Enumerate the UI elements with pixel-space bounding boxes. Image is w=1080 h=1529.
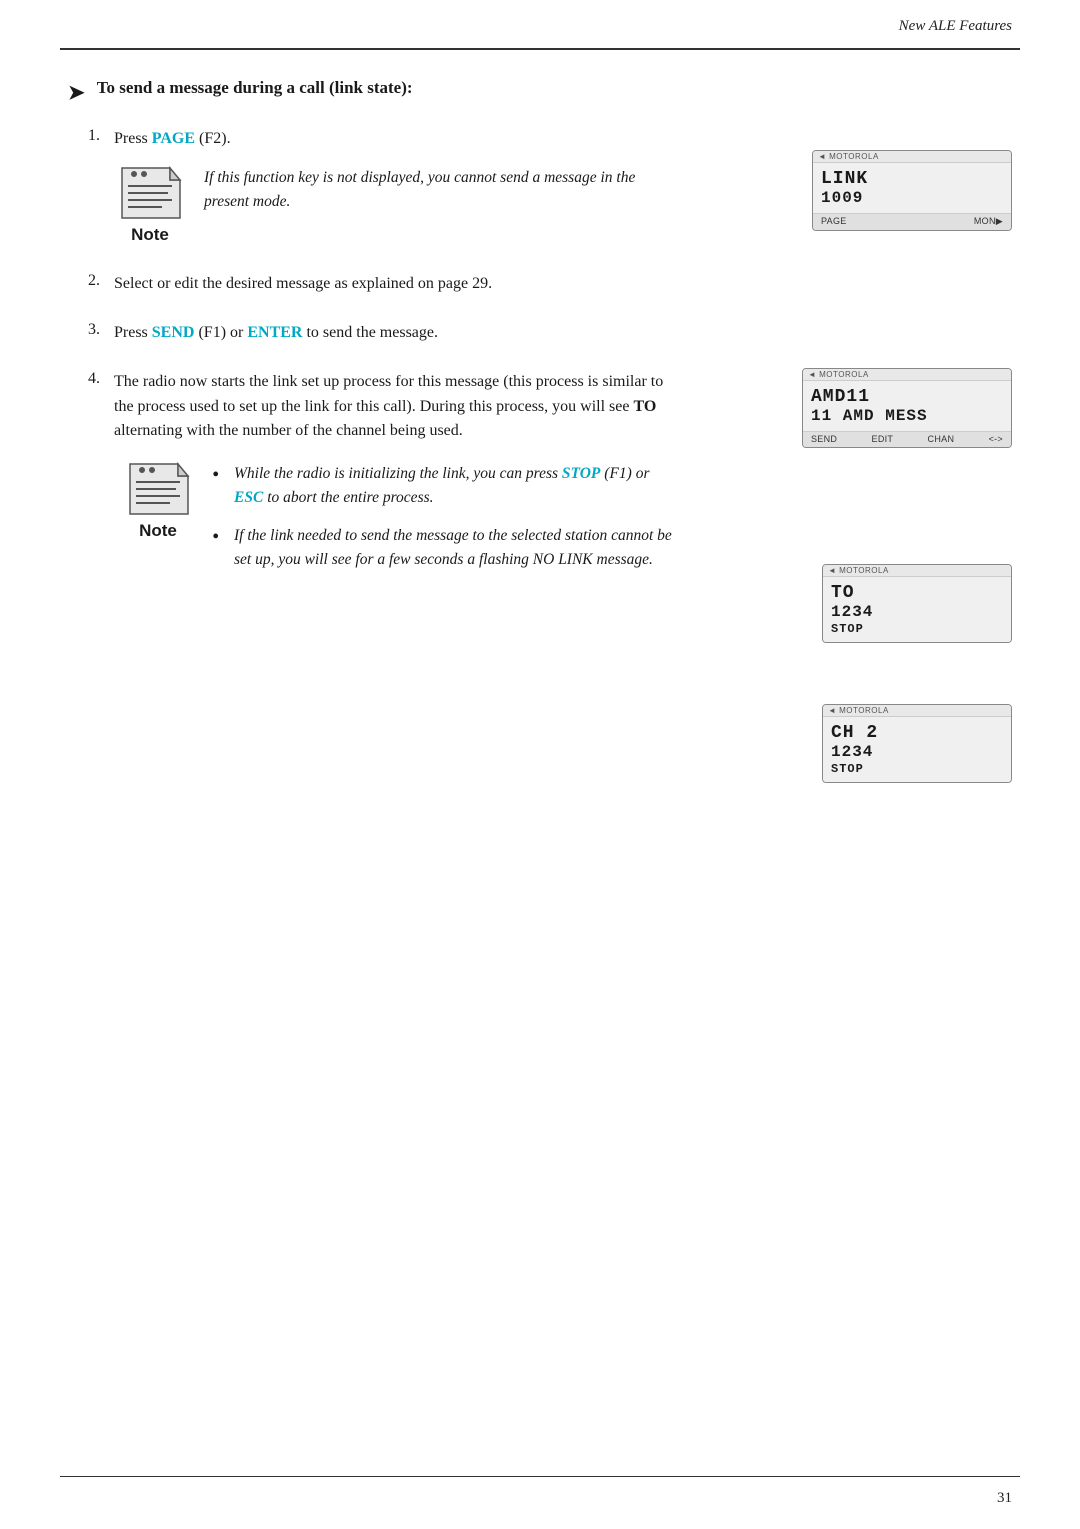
display-header-3: ◄ MOTOROLA bbox=[823, 565, 1011, 577]
step-1-text-press: Press bbox=[114, 130, 152, 147]
main-content: ➤ To send a message during a call (link … bbox=[68, 68, 1012, 1459]
step-4-text2: alternating with the number of the chann… bbox=[114, 422, 463, 439]
step-2-text: Select or edit the desired message as ex… bbox=[114, 275, 492, 292]
page-header: New ALE Features bbox=[899, 18, 1012, 35]
step-1-page: PAGE bbox=[152, 130, 195, 147]
note-image-4 bbox=[126, 462, 190, 516]
bullet-1-esc: ESC bbox=[234, 489, 263, 506]
note-body-1: If this function key is not displayed, y… bbox=[204, 166, 674, 214]
note-icon-block-4: Note bbox=[114, 462, 202, 544]
display-line3-3: STOP bbox=[831, 622, 1001, 636]
note-icon-1: Note bbox=[114, 166, 186, 248]
display-line1-3: TO bbox=[831, 583, 1001, 603]
display-box-1: ◄ MOTOROLA LINK 1009 PAGE MON▶ bbox=[812, 150, 1012, 231]
step-3-number: 3. bbox=[88, 321, 114, 346]
step-2: 2. Select or edit the desired message as… bbox=[68, 272, 1012, 297]
step-2-number: 2. bbox=[88, 272, 114, 297]
step-1-text-f2: (F2). bbox=[195, 130, 231, 147]
note-image-1 bbox=[118, 166, 182, 220]
bullet-text-2: If the link needed to send the message t… bbox=[234, 524, 674, 572]
display-softkeys-1: PAGE MON▶ bbox=[813, 213, 1011, 230]
bullet-1-text1: While the radio is initializing the link… bbox=[234, 465, 562, 482]
note-label-4: Note bbox=[139, 518, 177, 544]
page-number: 31 bbox=[997, 1490, 1012, 1507]
step-3-send: SEND bbox=[152, 324, 195, 341]
step-4-text1: The radio now starts the link set up pro… bbox=[114, 373, 663, 415]
softkey-page: PAGE bbox=[821, 216, 847, 227]
step-1-content: Press PAGE (F2). bbox=[114, 127, 674, 254]
bullet-item-2: • If the link needed to send the message… bbox=[212, 524, 674, 572]
bullet-item-1: • While the radio is initializing the li… bbox=[212, 462, 674, 510]
bullet-1-text3: to abort the entire process. bbox=[263, 489, 433, 506]
display-line2-4: 1234 bbox=[831, 743, 1001, 761]
display-line3-4: STOP bbox=[831, 762, 1001, 776]
step-1-number: 1. bbox=[88, 127, 114, 254]
display-header-4: ◄ MOTOROLA bbox=[823, 705, 1011, 717]
note-label-1: Note bbox=[131, 222, 169, 248]
step-4-to: TO bbox=[633, 398, 656, 415]
step-3-press: Press bbox=[114, 324, 152, 341]
display-header-1: ◄ MOTOROLA bbox=[813, 151, 1011, 163]
bullet-list-4: • While the radio is initializing the li… bbox=[212, 462, 674, 586]
section-heading: ➤ To send a message during a call (link … bbox=[68, 78, 1012, 105]
display-box-4: ◄ MOTOROLA CH 2 1234 STOP bbox=[822, 704, 1012, 783]
display-body-1: LINK 1009 bbox=[813, 163, 1011, 213]
step-3-end: to send the message. bbox=[302, 324, 438, 341]
header-title: New ALE Features bbox=[899, 18, 1012, 34]
bullet-dot-1: • bbox=[212, 462, 234, 488]
note-box-1: Note If this function key is not display… bbox=[114, 166, 674, 248]
display-body-4: CH 2 1234 STOP bbox=[823, 717, 1011, 782]
step-2-content: Select or edit the desired message as ex… bbox=[114, 272, 674, 297]
display-line1-4: CH 2 bbox=[831, 723, 1001, 743]
display-body-3: TO 1234 STOP bbox=[823, 577, 1011, 642]
step-3-or: (F1) or bbox=[194, 324, 247, 341]
step-3-content: Press SEND (F1) or ENTER to send the mes… bbox=[114, 321, 674, 346]
bullet-text-1: While the radio is initializing the link… bbox=[234, 462, 674, 510]
step-4: 4. The radio now starts the link set up … bbox=[68, 370, 1012, 586]
arrow-bullet: ➤ bbox=[68, 80, 85, 105]
bottom-rule bbox=[60, 1476, 1020, 1478]
step-3: 3. Press SEND (F1) or ENTER to send the … bbox=[68, 321, 1012, 346]
display-line1-1: LINK bbox=[821, 169, 1001, 189]
step-3-enter: ENTER bbox=[247, 324, 302, 341]
step-4-number: 4. bbox=[88, 370, 114, 586]
bullet-1-text2: (F1) or bbox=[600, 465, 649, 482]
display-line2-1: 1009 bbox=[821, 189, 1001, 207]
bullet-1-stop: STOP bbox=[562, 465, 600, 482]
display-box-3: ◄ MOTOROLA TO 1234 STOP bbox=[822, 564, 1012, 643]
top-rule bbox=[60, 48, 1020, 50]
note-bullets-4: Note • While the radio is initializing t… bbox=[114, 462, 674, 586]
step-4-content: The radio now starts the link set up pro… bbox=[114, 370, 674, 586]
note-svg-1: Note bbox=[114, 166, 186, 248]
bullet-dot-2: • bbox=[212, 524, 234, 550]
softkey-mon: MON▶ bbox=[974, 216, 1003, 227]
heading-text: To send a message during a call (link st… bbox=[97, 78, 413, 98]
display-line2-3: 1234 bbox=[831, 603, 1001, 621]
